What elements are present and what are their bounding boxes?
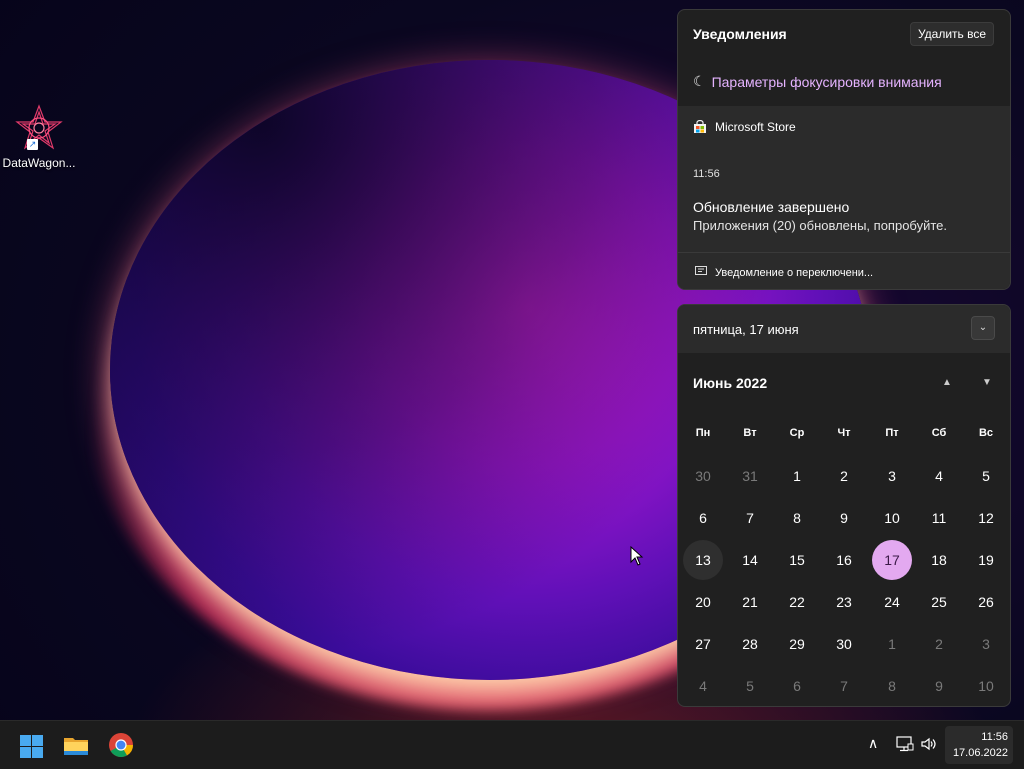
- calendar-day[interactable]: 22: [777, 582, 817, 622]
- calendar-day[interactable]: 8: [872, 666, 912, 706]
- calendar-day[interactable]: 16: [824, 540, 864, 580]
- calendar-day[interactable]: 6: [777, 666, 817, 706]
- calendar-day[interactable]: 3: [872, 456, 912, 496]
- notification-toast[interactable]: Microsoft Store 11:56 Обновление заверше…: [678, 106, 1010, 289]
- windows-start-icon: [20, 735, 44, 759]
- calendar-day[interactable]: 1: [872, 624, 912, 664]
- datawagon-app-icon: ↗: [15, 104, 63, 152]
- file-explorer-button[interactable]: [60, 729, 92, 761]
- calendar-day[interactable]: 12: [966, 498, 1006, 538]
- calendar-day[interactable]: 7: [730, 498, 770, 538]
- calendar-header-bar: пятница, 17 июня ⌄: [678, 305, 1010, 353]
- moon-icon: ☾: [693, 73, 706, 89]
- weekday-header: Пт: [885, 427, 899, 439]
- toast-divider: [678, 252, 1010, 253]
- calendar-day[interactable]: 9: [919, 666, 959, 706]
- calendar-day[interactable]: 1: [777, 456, 817, 496]
- calendar-day[interactable]: 3: [966, 624, 1006, 664]
- calendar-day[interactable]: 21: [730, 582, 770, 622]
- notification-settings-icon: [695, 266, 707, 279]
- calendar-day[interactable]: 25: [919, 582, 959, 622]
- start-button[interactable]: [16, 729, 48, 761]
- clock-date: 17.06.2022: [952, 747, 1008, 759]
- weekday-header: Пн: [695, 427, 711, 439]
- triangle-up-icon: ▲: [942, 377, 952, 388]
- previous-month-button[interactable]: ▲: [942, 377, 952, 388]
- calendar-day[interactable]: 15: [777, 540, 817, 580]
- clear-all-button[interactable]: Удалить все: [910, 22, 994, 46]
- calendar-collapse-button[interactable]: ⌄: [971, 316, 995, 340]
- calendar-day[interactable]: 10: [966, 666, 1006, 706]
- focus-assist-link[interactable]: ☾ Параметры фокусировки внимания: [693, 73, 942, 90]
- network-icon: [896, 736, 914, 752]
- calendar-day[interactable]: 4: [919, 456, 959, 496]
- calendar-day[interactable]: 4: [683, 666, 723, 706]
- weekday-header: Ср: [789, 427, 805, 439]
- calendar-day[interactable]: 20: [683, 582, 723, 622]
- chrome-icon: [109, 733, 133, 758]
- calendar-day[interactable]: 14: [730, 540, 770, 580]
- toast-footer-label: Уведомление о переключени...: [715, 266, 874, 279]
- toast-title: Обновление завершено: [693, 199, 850, 215]
- toast-time: 11:56: [693, 168, 720, 180]
- calendar-flyout: пятница, 17 июня ⌄ Июнь 2022 ▲ ▼ Пн Вт Ср Ч…: [677, 304, 1011, 707]
- taskbar-clock[interactable]: 11:56 17.06.2022: [945, 726, 1013, 764]
- chevron-up-icon: ∧: [868, 735, 879, 751]
- calendar-day[interactable]: 30: [824, 624, 864, 664]
- toast-app-name: Microsoft Store: [715, 120, 796, 134]
- calendar-day[interactable]: 27: [683, 624, 723, 664]
- weekday-header: Вс: [978, 427, 994, 439]
- calendar-day[interactable]: 19: [966, 540, 1006, 580]
- calendar-day[interactable]: 2: [919, 624, 959, 664]
- shortcut-arrow-icon: ↗: [27, 139, 38, 150]
- file-explorer-icon: [64, 738, 88, 755]
- clock-time: 11:56: [981, 731, 1008, 743]
- calendar-date-header: пятница, 17 июня: [693, 322, 799, 337]
- focus-assist-label: Параметры фокусировки внимания: [711, 73, 942, 90]
- mouse-cursor: [630, 545, 644, 571]
- calendar-day[interactable]: 7: [824, 666, 864, 706]
- calendar-day[interactable]: 9: [824, 498, 864, 538]
- weekday-header: Чт: [837, 427, 851, 439]
- toast-footer-action[interactable]: Уведомление о переключени...: [695, 266, 873, 279]
- calendar-day[interactable]: 30: [683, 456, 723, 496]
- calendar-day[interactable]: 24: [872, 582, 912, 622]
- calendar-day[interactable]: 5: [730, 666, 770, 706]
- notifications-title: Уведомления: [693, 26, 787, 42]
- calendar-day[interactable]: 23: [824, 582, 864, 622]
- taskbar: ∧ 11:56 17.06.2022: [0, 720, 1024, 769]
- notification-center: Уведомления Удалить все ☾ Параметры фоку…: [677, 9, 1011, 290]
- volume-icon: [921, 737, 936, 751]
- volume-button[interactable]: [920, 736, 938, 755]
- calendar-day[interactable]: 29: [777, 624, 817, 664]
- weekday-header: Сб: [931, 427, 947, 439]
- calendar-day[interactable]: 6: [683, 498, 723, 538]
- calendar-day[interactable]: 10: [872, 498, 912, 538]
- show-hidden-icons-button[interactable]: ∧: [868, 735, 878, 752]
- calendar-day[interactable]: 5: [966, 456, 1006, 496]
- network-button[interactable]: [896, 736, 914, 755]
- desktop-icon-label: DataWagon...: [2, 156, 76, 170]
- chevron-down-icon: ⌄: [978, 322, 988, 333]
- triangle-down-icon: ▼: [982, 377, 992, 388]
- calendar-day[interactable]: 18: [919, 540, 959, 580]
- calendar-day[interactable]: 2: [824, 456, 864, 496]
- next-month-button[interactable]: ▼: [982, 377, 992, 388]
- calendar-day[interactable]: 28: [730, 624, 770, 664]
- calendar-day[interactable]: 17: [872, 540, 912, 580]
- calendar-day[interactable]: 26: [966, 582, 1006, 622]
- toast-app-header: Microsoft Store: [693, 119, 796, 134]
- weekday-header: Вт: [743, 427, 757, 439]
- chrome-button[interactable]: [105, 729, 137, 761]
- calendar-day[interactable]: 11: [919, 498, 959, 538]
- microsoft-store-icon: [693, 119, 707, 134]
- calendar-day[interactable]: 31: [730, 456, 770, 496]
- toast-body: Приложения (20) обновлены, попробуйте.: [693, 218, 947, 233]
- desktop-icon-datawagon[interactable]: ↗ DataWagon...: [2, 104, 76, 170]
- calendar-day[interactable]: 13: [683, 540, 723, 580]
- calendar-day[interactable]: 8: [777, 498, 817, 538]
- calendar-month-label[interactable]: Июнь 2022: [693, 375, 767, 391]
